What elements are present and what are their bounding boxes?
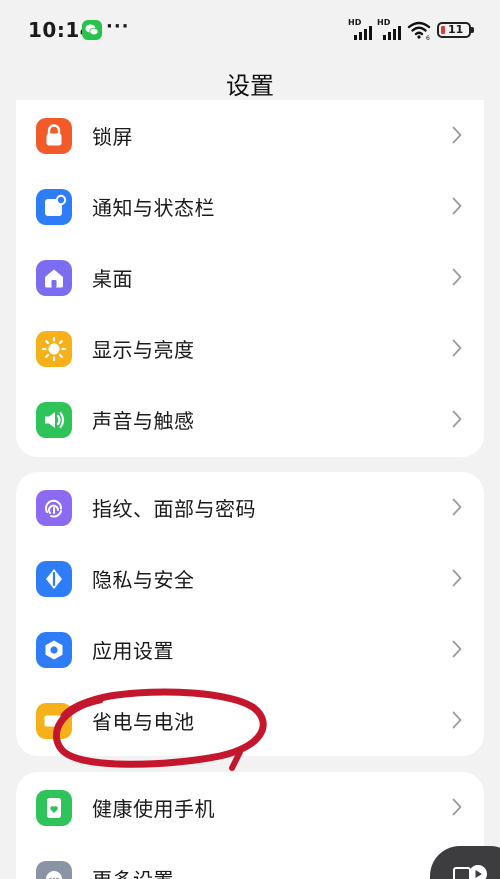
settings-item-display[interactable]: 显示与亮度 bbox=[16, 313, 484, 384]
settings-item-fingerprint-face-password[interactable]: 指纹、面部与密码 bbox=[16, 472, 484, 543]
more-settings-icon bbox=[36, 861, 72, 879]
healthy-use-icon bbox=[36, 790, 72, 826]
chevron-right-icon bbox=[452, 711, 462, 733]
settings-group-2: 指纹、面部与密码 隐私与安全 应用设置 省电与电池 bbox=[16, 472, 484, 756]
settings-item-label: 更多设置 bbox=[92, 864, 174, 879]
more-notifications-indicator: ··· bbox=[106, 16, 130, 37]
lock-icon bbox=[36, 118, 72, 154]
settings-item-label: 指纹、面部与密码 bbox=[92, 497, 256, 521]
battery-fill bbox=[441, 26, 445, 34]
settings-item-label: 桌面 bbox=[92, 267, 133, 291]
settings-item-label: 锁屏 bbox=[92, 125, 133, 149]
chevron-right-icon bbox=[452, 498, 462, 520]
settings-item-label: 健康使用手机 bbox=[92, 797, 215, 821]
settings-screen: 10:14 ··· HD HD 6 11 设置 锁屏 通知与状态栏 桌面 显示与… bbox=[0, 0, 500, 879]
svg-text:6: 6 bbox=[426, 35, 430, 40]
chevron-right-icon bbox=[452, 339, 462, 361]
chevron-right-icon bbox=[452, 268, 462, 290]
settings-item-app-settings[interactable]: 应用设置 bbox=[16, 614, 484, 685]
settings-item-privacy-security[interactable]: 隐私与安全 bbox=[16, 543, 484, 614]
settings-item-label: 通知与状态栏 bbox=[92, 196, 215, 220]
settings-item-more-settings[interactable]: 更多设置 bbox=[16, 843, 484, 879]
notification-icon bbox=[36, 189, 72, 225]
settings-item-lock-screen[interactable]: 锁屏 bbox=[16, 100, 484, 171]
battery-icon: 11 bbox=[437, 22, 474, 38]
chevron-right-icon bbox=[452, 197, 462, 219]
fingerprint-icon bbox=[36, 490, 72, 526]
chevron-right-icon bbox=[452, 410, 462, 432]
chevron-right-icon bbox=[452, 126, 462, 148]
settings-group-3: 健康使用手机 更多设置 bbox=[16, 772, 484, 879]
settings-item-label: 省电与电池 bbox=[92, 710, 195, 734]
chevron-right-icon bbox=[452, 798, 462, 820]
settings-group-1: 锁屏 通知与状态栏 桌面 显示与亮度 声音与触感 bbox=[16, 100, 484, 457]
wechat-notification-icon bbox=[82, 20, 102, 40]
screen-record-icon bbox=[453, 865, 487, 879]
battery-saver-icon bbox=[36, 703, 72, 739]
privacy-icon bbox=[36, 561, 72, 597]
battery-level: 11 bbox=[448, 23, 464, 36]
settings-item-label: 显示与亮度 bbox=[92, 338, 195, 362]
home-icon bbox=[36, 260, 72, 296]
page-title: 设置 bbox=[226, 72, 274, 100]
app-settings-icon bbox=[36, 632, 72, 668]
settings-item-label: 应用设置 bbox=[92, 639, 174, 663]
settings-item-desktop[interactable]: 桌面 bbox=[16, 242, 484, 313]
settings-item-sound[interactable]: 声音与触感 bbox=[16, 384, 484, 455]
chevron-right-icon bbox=[452, 569, 462, 591]
settings-item-healthy-use[interactable]: 健康使用手机 bbox=[16, 772, 484, 843]
settings-item-battery[interactable]: 省电与电池 bbox=[16, 685, 484, 756]
settings-item-label: 声音与触感 bbox=[92, 409, 195, 433]
wifi-icon: 6 bbox=[407, 20, 431, 44]
brightness-icon bbox=[36, 331, 72, 367]
settings-item-notifications[interactable]: 通知与状态栏 bbox=[16, 171, 484, 242]
status-bar: 10:14 ··· HD HD 6 11 bbox=[0, 0, 500, 60]
settings-item-label: 隐私与安全 bbox=[92, 568, 195, 592]
speaker-icon bbox=[36, 402, 72, 438]
chevron-right-icon bbox=[452, 640, 462, 662]
